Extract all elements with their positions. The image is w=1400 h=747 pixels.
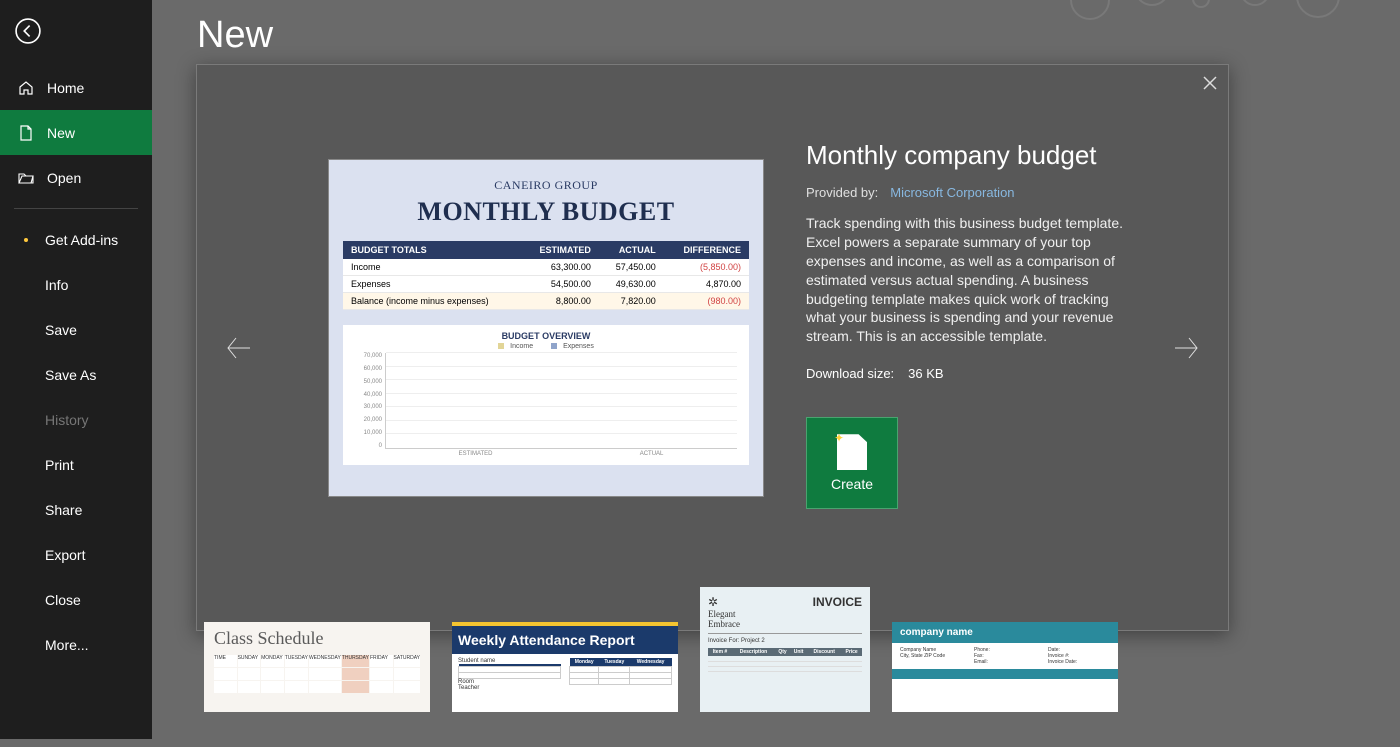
- addins-dot-icon: [24, 238, 28, 242]
- provider-link[interactable]: Microsoft Corporation: [890, 185, 1014, 200]
- nav-more[interactable]: More...: [0, 622, 152, 667]
- nav-save[interactable]: Save: [0, 307, 152, 352]
- main-area: New CANEIRO GROUP MONTHLY BUDGET BUDGET …: [152, 0, 1400, 739]
- nav-history: History: [0, 397, 152, 442]
- nav-more-label: More...: [45, 637, 89, 653]
- back-arrow-icon: [15, 18, 41, 44]
- nav-open[interactable]: Open: [0, 155, 152, 200]
- nav-info[interactable]: Info: [0, 262, 152, 307]
- close-icon: [1203, 76, 1217, 90]
- backdrop-decor: [980, 0, 1400, 30]
- create-label: Create: [831, 476, 873, 492]
- chart-legend: Income Expenses: [355, 343, 737, 350]
- create-button[interactable]: ✦ Create: [806, 417, 898, 509]
- nav-open-label: Open: [47, 170, 81, 186]
- nav-info-label: Info: [45, 277, 68, 293]
- template-gallery: Class Schedule TIMESUNDAYMONDAYTUESDAYWE…: [204, 622, 1118, 747]
- nav-save-label: Save: [45, 322, 77, 338]
- nav-addins-label: Get Add-ins: [45, 232, 118, 248]
- folder-open-icon: [17, 169, 35, 187]
- sparkle-icon: ✦: [834, 431, 844, 445]
- provided-by-label: Provided by:: [806, 185, 878, 200]
- template-preview-modal: CANEIRO GROUP MONTHLY BUDGET BUDGET TOTA…: [196, 64, 1229, 631]
- nav-close[interactable]: Close: [0, 577, 152, 622]
- nav-addins[interactable]: Get Add-ins: [0, 217, 152, 262]
- template-class-schedule[interactable]: Class Schedule TIMESUNDAYMONDAYTUESDAYWE…: [204, 622, 430, 712]
- nav-print-label: Print: [45, 457, 74, 473]
- nav-new-label: New: [47, 125, 75, 141]
- preview-title: MONTHLY BUDGET: [343, 197, 749, 227]
- nav-divider: [14, 208, 138, 209]
- download-size-value: 36 KB: [908, 366, 943, 381]
- template-company-invoice[interactable]: company name Company Name City, State ZI…: [892, 622, 1118, 712]
- home-icon: [17, 79, 35, 97]
- back-button[interactable]: [14, 17, 42, 45]
- download-size-label: Download size:: [806, 366, 894, 381]
- nav-home-label: Home: [47, 80, 84, 96]
- nav-export-label: Export: [45, 547, 85, 563]
- chart-yaxis: 70,000 60,000 50,000 40,000 30,000 20,00…: [355, 353, 385, 449]
- document-icon: [17, 124, 35, 142]
- nav-export[interactable]: Export: [0, 532, 152, 577]
- template-details: Monthly company budget Provided by: Micr…: [806, 140, 1136, 509]
- prev-template-button[interactable]: [215, 323, 265, 373]
- template-title: Monthly company budget: [806, 140, 1136, 171]
- template-description: Track spending with this business budget…: [806, 214, 1136, 346]
- preview-chart: BUDGET OVERVIEW Income Expenses 70,000 6…: [343, 325, 749, 465]
- template-preview-image: CANEIRO GROUP MONTHLY BUDGET BUDGET TOTA…: [328, 159, 764, 497]
- nav-saveas-label: Save As: [45, 367, 96, 383]
- nav-close-label: Close: [45, 592, 81, 608]
- close-button[interactable]: [1199, 72, 1221, 94]
- chart-xaxis: ESTIMATED ACTUAL: [355, 451, 737, 457]
- nav-history-label: History: [45, 412, 89, 428]
- preview-table: BUDGET TOTALS ESTIMATED ACTUAL DIFFERENC…: [343, 241, 749, 310]
- arrow-left-icon: [222, 330, 258, 366]
- nav-share[interactable]: Share: [0, 487, 152, 532]
- nav-share-label: Share: [45, 502, 82, 518]
- arrow-right-icon: [1167, 330, 1203, 366]
- nav-print[interactable]: Print: [0, 442, 152, 487]
- nav-home[interactable]: Home: [0, 65, 152, 110]
- backstage-sidebar: Home New Open Get Add-ins Info Save Save…: [0, 0, 152, 739]
- page-title: New: [197, 14, 273, 57]
- template-invoice[interactable]: ✲ Elegant Embrace INVOICE Invoice For: P…: [700, 587, 870, 712]
- preview-company: CANEIRO GROUP: [343, 178, 749, 193]
- nav-saveas[interactable]: Save As: [0, 352, 152, 397]
- next-template-button[interactable]: [1160, 323, 1210, 373]
- template-weekly-attendance[interactable]: Weekly Attendance Report Student name Ro…: [452, 622, 678, 712]
- nav-new[interactable]: New: [0, 110, 152, 155]
